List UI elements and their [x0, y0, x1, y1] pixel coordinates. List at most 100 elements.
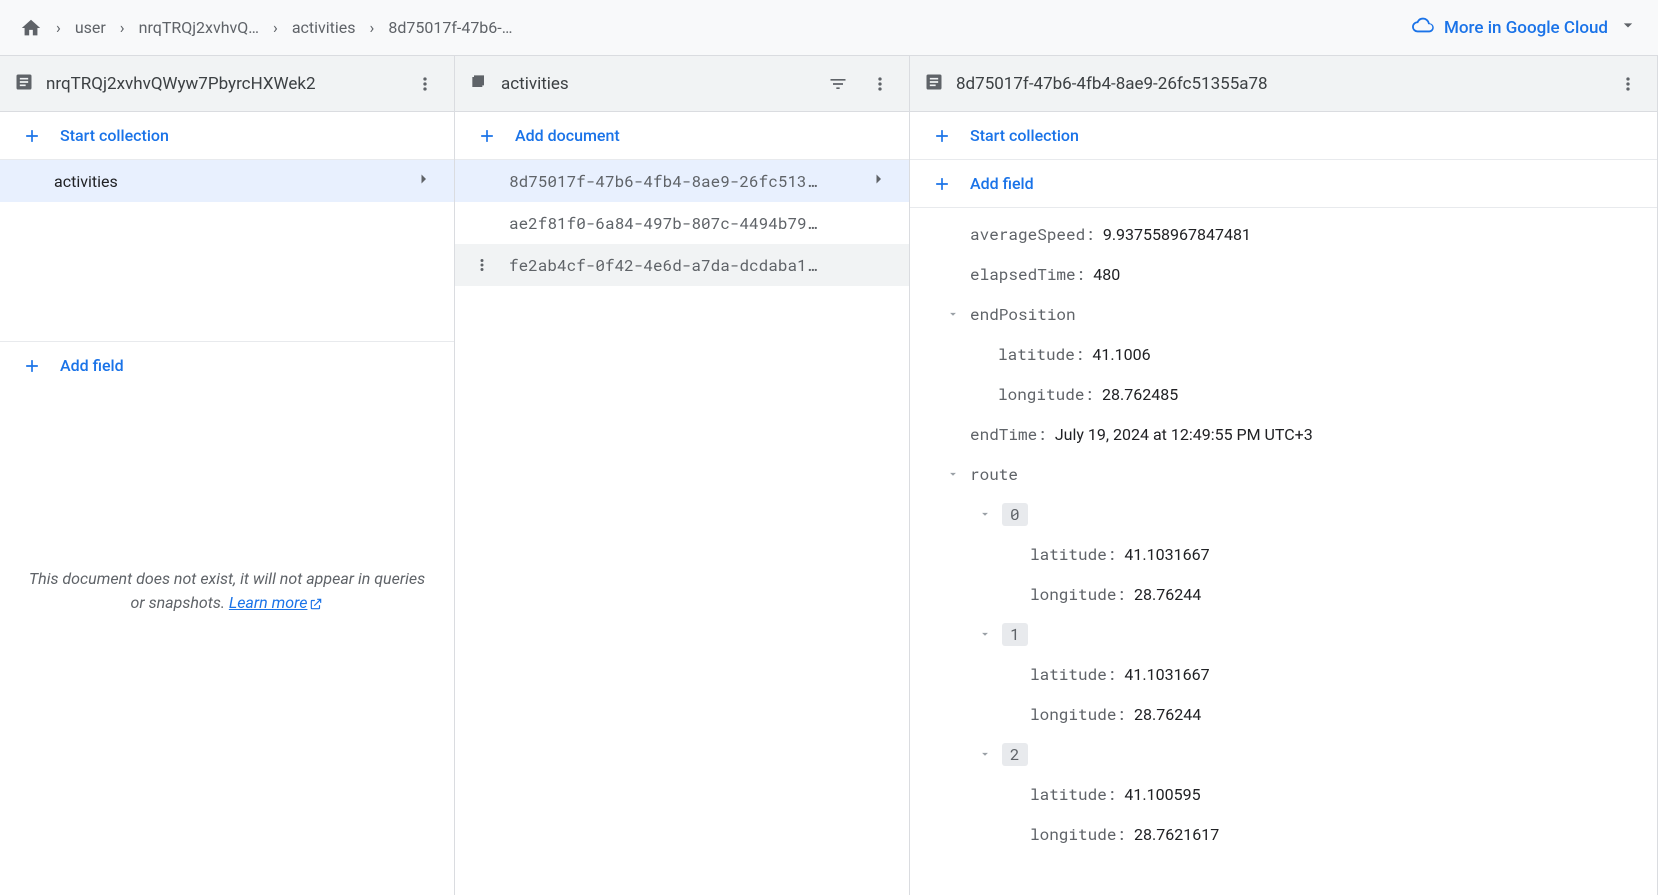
array-item-row[interactable]: 2: [910, 734, 1657, 774]
field-key: longitude:: [1030, 824, 1126, 845]
field-value: 28.7621617: [1134, 825, 1219, 844]
array-index: 2: [1002, 743, 1028, 766]
document-item[interactable]: 8d75017f-47b6-4fb4-8ae9-26fc513…: [455, 160, 909, 202]
field-row[interactable]: averageSpeed: 9.937558967847481: [910, 214, 1657, 254]
field-list: averageSpeed: 9.937558967847481 elapsedT…: [910, 208, 1657, 874]
field-row[interactable]: longitude: 28.7621617: [910, 814, 1657, 854]
field-key: elapsedTime:: [970, 264, 1085, 285]
add-document-label: Add document: [515, 126, 620, 145]
field-row[interactable]: latitude: 41.100595: [910, 774, 1657, 814]
more-in-google-cloud-label: More in Google Cloud: [1444, 18, 1608, 38]
cloud-icon: [1412, 14, 1434, 41]
learn-more-link[interactable]: Learn more: [229, 593, 324, 612]
chevron-right-icon: ›: [56, 18, 61, 37]
field-row-expandable[interactable]: route: [910, 454, 1657, 494]
field-key: endPosition: [970, 304, 1076, 325]
field-value: 9.937558967847481: [1103, 225, 1251, 244]
field-row[interactable]: elapsedTime: 480: [910, 254, 1657, 294]
field-value: 480: [1093, 265, 1120, 284]
field-value: 41.1031667: [1124, 545, 1209, 564]
field-key: longitude:: [998, 384, 1094, 405]
field-row[interactable]: longitude: 28.76244: [910, 694, 1657, 734]
array-index: 1: [1002, 623, 1028, 646]
field-value: 28.76244: [1134, 705, 1201, 724]
field-row[interactable]: longitude: 28.76244: [910, 574, 1657, 614]
field-value: 28.76244: [1134, 585, 1201, 604]
document-fields-column: 8d75017f-47b6-4fb4-8ae9-26fc51355a78 Sta…: [910, 56, 1658, 895]
column-header: activities: [455, 56, 909, 112]
start-collection-label: Start collection: [60, 126, 169, 145]
collection-label: activities: [54, 172, 414, 191]
parent-doc-column: nrqTRQj2xvhvQWyw7PbyrcHXWek2 Start colle…: [0, 56, 455, 895]
field-value: 41.100595: [1124, 785, 1200, 804]
start-collection-button[interactable]: Start collection: [910, 112, 1657, 160]
breadcrumb-item[interactable]: activities: [292, 18, 356, 37]
column-header: 8d75017f-47b6-4fb4-8ae9-26fc51355a78: [910, 56, 1657, 112]
add-field-label: Add field: [970, 174, 1034, 193]
collection-column: activities Add document 8d75017f-47b6-4f…: [455, 56, 910, 895]
columns: nrqTRQj2xvhvQWyw7PbyrcHXWek2 Start colle…: [0, 56, 1658, 895]
field-value: 41.1031667: [1124, 665, 1209, 684]
column-header: nrqTRQj2xvhvQWyw7PbyrcHXWek2: [0, 56, 454, 112]
add-field-button[interactable]: Add field: [0, 342, 454, 390]
chevron-right-icon: ›: [273, 18, 278, 37]
document-id: 8d75017f-47b6-4fb4-8ae9-26fc513…: [509, 171, 869, 192]
field-key: latitude:: [1030, 784, 1116, 805]
field-row[interactable]: latitude: 41.1031667: [910, 654, 1657, 694]
empty-doc-message: This document does not exist, it will no…: [0, 527, 454, 655]
document-id: ae2f81f0-6a84-497b-807c-4494b79…: [509, 213, 887, 234]
chevron-right-icon: ›: [370, 18, 375, 37]
more-options-button[interactable]: [865, 69, 895, 99]
caret-down-icon[interactable]: [944, 307, 962, 321]
caret-down-icon[interactable]: [944, 467, 962, 481]
chevron-down-icon: [1618, 15, 1638, 40]
array-index: 0: [1002, 503, 1028, 526]
more-in-google-cloud-link[interactable]: More in Google Cloud: [1412, 14, 1638, 41]
drag-handle-icon[interactable]: [473, 256, 491, 274]
document-item[interactable]: ae2f81f0-6a84-497b-807c-4494b79…: [455, 202, 909, 244]
document-icon: [924, 72, 944, 96]
field-row[interactable]: latitude: 41.1031667: [910, 534, 1657, 574]
chevron-right-icon: [869, 170, 887, 192]
document-item[interactable]: fe2ab4cf-0f42-4e6d-a7da-dcdaba1…: [455, 244, 909, 286]
add-field-label: Add field: [60, 356, 124, 375]
field-key: latitude:: [1030, 664, 1116, 685]
chevron-right-icon: ›: [120, 18, 125, 37]
filter-button[interactable]: [823, 69, 853, 99]
field-key: longitude:: [1030, 704, 1126, 725]
start-collection-label: Start collection: [970, 126, 1079, 145]
home-icon[interactable]: [20, 17, 42, 39]
field-key: longitude:: [1030, 584, 1126, 605]
field-key: averageSpeed:: [970, 224, 1095, 245]
field-row-expandable[interactable]: endPosition: [910, 294, 1657, 334]
caret-down-icon[interactable]: [976, 627, 994, 641]
column-title: activities: [501, 74, 811, 94]
breadcrumb-item[interactable]: 8d75017f-47b6-…: [388, 18, 512, 37]
array-item-row[interactable]: 0: [910, 494, 1657, 534]
field-key: endTime:: [970, 424, 1047, 445]
caret-down-icon[interactable]: [976, 507, 994, 521]
collection-item-activities[interactable]: activities: [0, 160, 454, 202]
field-value: July 19, 2024 at 12:49:55 PM UTC+3: [1055, 425, 1313, 444]
field-row[interactable]: endTime: July 19, 2024 at 12:49:55 PM UT…: [910, 414, 1657, 454]
breadcrumb-bar: › user › nrqTRQj2xvhvQ… › activities › 8…: [0, 0, 1658, 56]
field-row[interactable]: longitude: 28.762485: [910, 374, 1657, 414]
document-icon: [14, 72, 34, 96]
start-collection-button[interactable]: Start collection: [0, 112, 454, 160]
column-title: nrqTRQj2xvhvQWyw7PbyrcHXWek2: [46, 74, 398, 94]
breadcrumb-item[interactable]: nrqTRQj2xvhvQ…: [139, 18, 259, 37]
breadcrumb: › user › nrqTRQj2xvhvQ… › activities › 8…: [20, 17, 512, 39]
more-options-button[interactable]: [410, 69, 440, 99]
add-field-button[interactable]: Add field: [910, 160, 1657, 208]
field-key: route: [970, 464, 1018, 485]
add-document-button[interactable]: Add document: [455, 112, 909, 160]
field-value: 28.762485: [1102, 385, 1178, 404]
field-row[interactable]: latitude: 41.1006: [910, 334, 1657, 374]
field-key: latitude:: [1030, 544, 1116, 565]
breadcrumb-item[interactable]: user: [75, 18, 106, 37]
caret-down-icon[interactable]: [976, 747, 994, 761]
more-options-button[interactable]: [1613, 69, 1643, 99]
document-id: fe2ab4cf-0f42-4e6d-a7da-dcdaba1…: [509, 255, 887, 276]
array-item-row[interactable]: 1: [910, 614, 1657, 654]
field-key: latitude:: [998, 344, 1084, 365]
